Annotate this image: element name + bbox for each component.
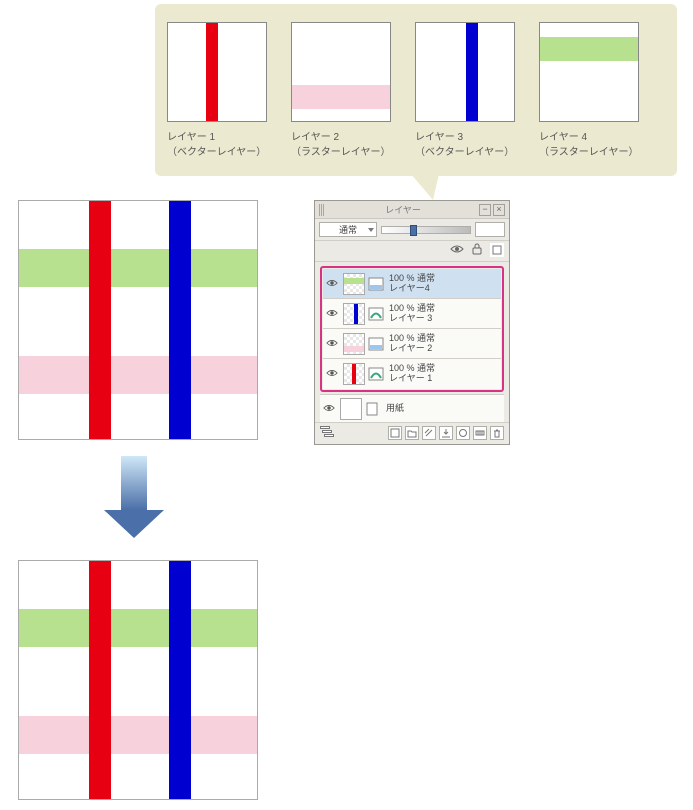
- selected-layers-outline: 100 % 通常 レイヤー4 100 % 通常 レイヤー 3: [320, 266, 504, 392]
- layer-thumbnail: [343, 363, 365, 385]
- layer-name[interactable]: レイヤー 2: [389, 344, 435, 354]
- new-folder-button[interactable]: [405, 426, 419, 440]
- paper-layer-row[interactable]: 用紙: [320, 394, 504, 422]
- swatch-layer2: [291, 22, 391, 122]
- vector-layer-icon: [367, 363, 385, 385]
- lock-column-icon: [470, 243, 484, 255]
- new-layer-button[interactable]: [388, 426, 402, 440]
- layer-row[interactable]: 100 % 通常 レイヤー 1: [323, 359, 501, 389]
- canvas-before: [18, 200, 258, 440]
- swatch-type: （ベクターレイヤー）: [167, 145, 267, 160]
- layer-row[interactable]: 100 % 通常 レイヤー 3: [323, 299, 501, 329]
- swatch-type: （ラスターレイヤー）: [291, 145, 391, 160]
- layer-thumbnail: [343, 273, 365, 295]
- visibility-toggle[interactable]: [323, 367, 341, 381]
- visibility-column-icon: [450, 243, 464, 255]
- layer3-blue: [169, 201, 191, 439]
- mask-button[interactable]: [456, 426, 470, 440]
- ruler-button[interactable]: [473, 426, 487, 440]
- swatch-title: レイヤー 1: [167, 130, 267, 145]
- tooltip-pointer-icon: [411, 174, 439, 200]
- raster-layer-icon: [367, 333, 385, 355]
- blend-mode-select[interactable]: 通常: [319, 222, 377, 237]
- paper-thumbnail: [340, 398, 362, 420]
- vector-layer-icon: [367, 303, 385, 325]
- paper-layer-name[interactable]: 用紙: [386, 404, 404, 414]
- raster-layer-icon: [367, 273, 385, 295]
- layer-name[interactable]: レイヤー4: [389, 284, 435, 294]
- blend-mode-value: 通常: [339, 223, 357, 236]
- layer2-pink: [19, 716, 257, 754]
- layer-breakdown-tooltip: レイヤー 1 （ベクターレイヤー） レイヤー 2 （ラスターレイヤー） レイヤー…: [155, 4, 677, 176]
- grip-icon[interactable]: [319, 204, 325, 216]
- visibility-toggle[interactable]: [323, 337, 341, 351]
- palette-option-icon[interactable]: [490, 243, 504, 257]
- swatch-type: （ベクターレイヤー）: [415, 145, 515, 160]
- opacity-input[interactable]: [475, 222, 505, 237]
- layer1-red: [89, 561, 111, 799]
- layer4-green: [19, 609, 257, 647]
- swatch-title: レイヤー 3: [415, 130, 515, 145]
- layer-thumbnail: [343, 303, 365, 325]
- visibility-toggle[interactable]: [323, 307, 341, 321]
- layer-thumbnail: [343, 333, 365, 355]
- layer-row[interactable]: 100 % 通常 レイヤー 2: [323, 329, 501, 359]
- delete-layer-button[interactable]: [490, 426, 504, 440]
- swatch-type: （ラスターレイヤー）: [539, 145, 639, 160]
- opacity-slider[interactable]: [381, 226, 471, 234]
- layer-stack-icon[interactable]: [320, 426, 334, 440]
- layer3-blue: [169, 561, 191, 799]
- layer-name[interactable]: レイヤー 1: [389, 374, 435, 384]
- layer-row[interactable]: 100 % 通常 レイヤー4: [323, 269, 501, 299]
- layer2-pink: [19, 356, 257, 394]
- minimize-button[interactable]: −: [479, 204, 491, 216]
- swatch-title: レイヤー 4: [539, 130, 639, 145]
- layer-name[interactable]: レイヤー 3: [389, 314, 435, 324]
- layer-palette: レイヤー − × 通常: [314, 200, 510, 445]
- down-arrow-icon: [104, 456, 164, 538]
- merge-layer-button[interactable]: [439, 426, 453, 440]
- paper-layer-icon: [364, 398, 382, 420]
- swatch-layer1: [167, 22, 267, 122]
- transfer-layer-button[interactable]: [422, 426, 436, 440]
- swatch-layer4: [539, 22, 639, 122]
- swatch-layer3: [415, 22, 515, 122]
- palette-title: レイヤー: [329, 203, 477, 216]
- layer4-green: [19, 249, 257, 287]
- layer1-red: [89, 201, 111, 439]
- visibility-toggle[interactable]: [320, 402, 338, 416]
- close-button[interactable]: ×: [493, 204, 505, 216]
- canvas-after: [18, 560, 258, 800]
- visibility-toggle[interactable]: [323, 277, 341, 291]
- swatch-title: レイヤー 2: [291, 130, 391, 145]
